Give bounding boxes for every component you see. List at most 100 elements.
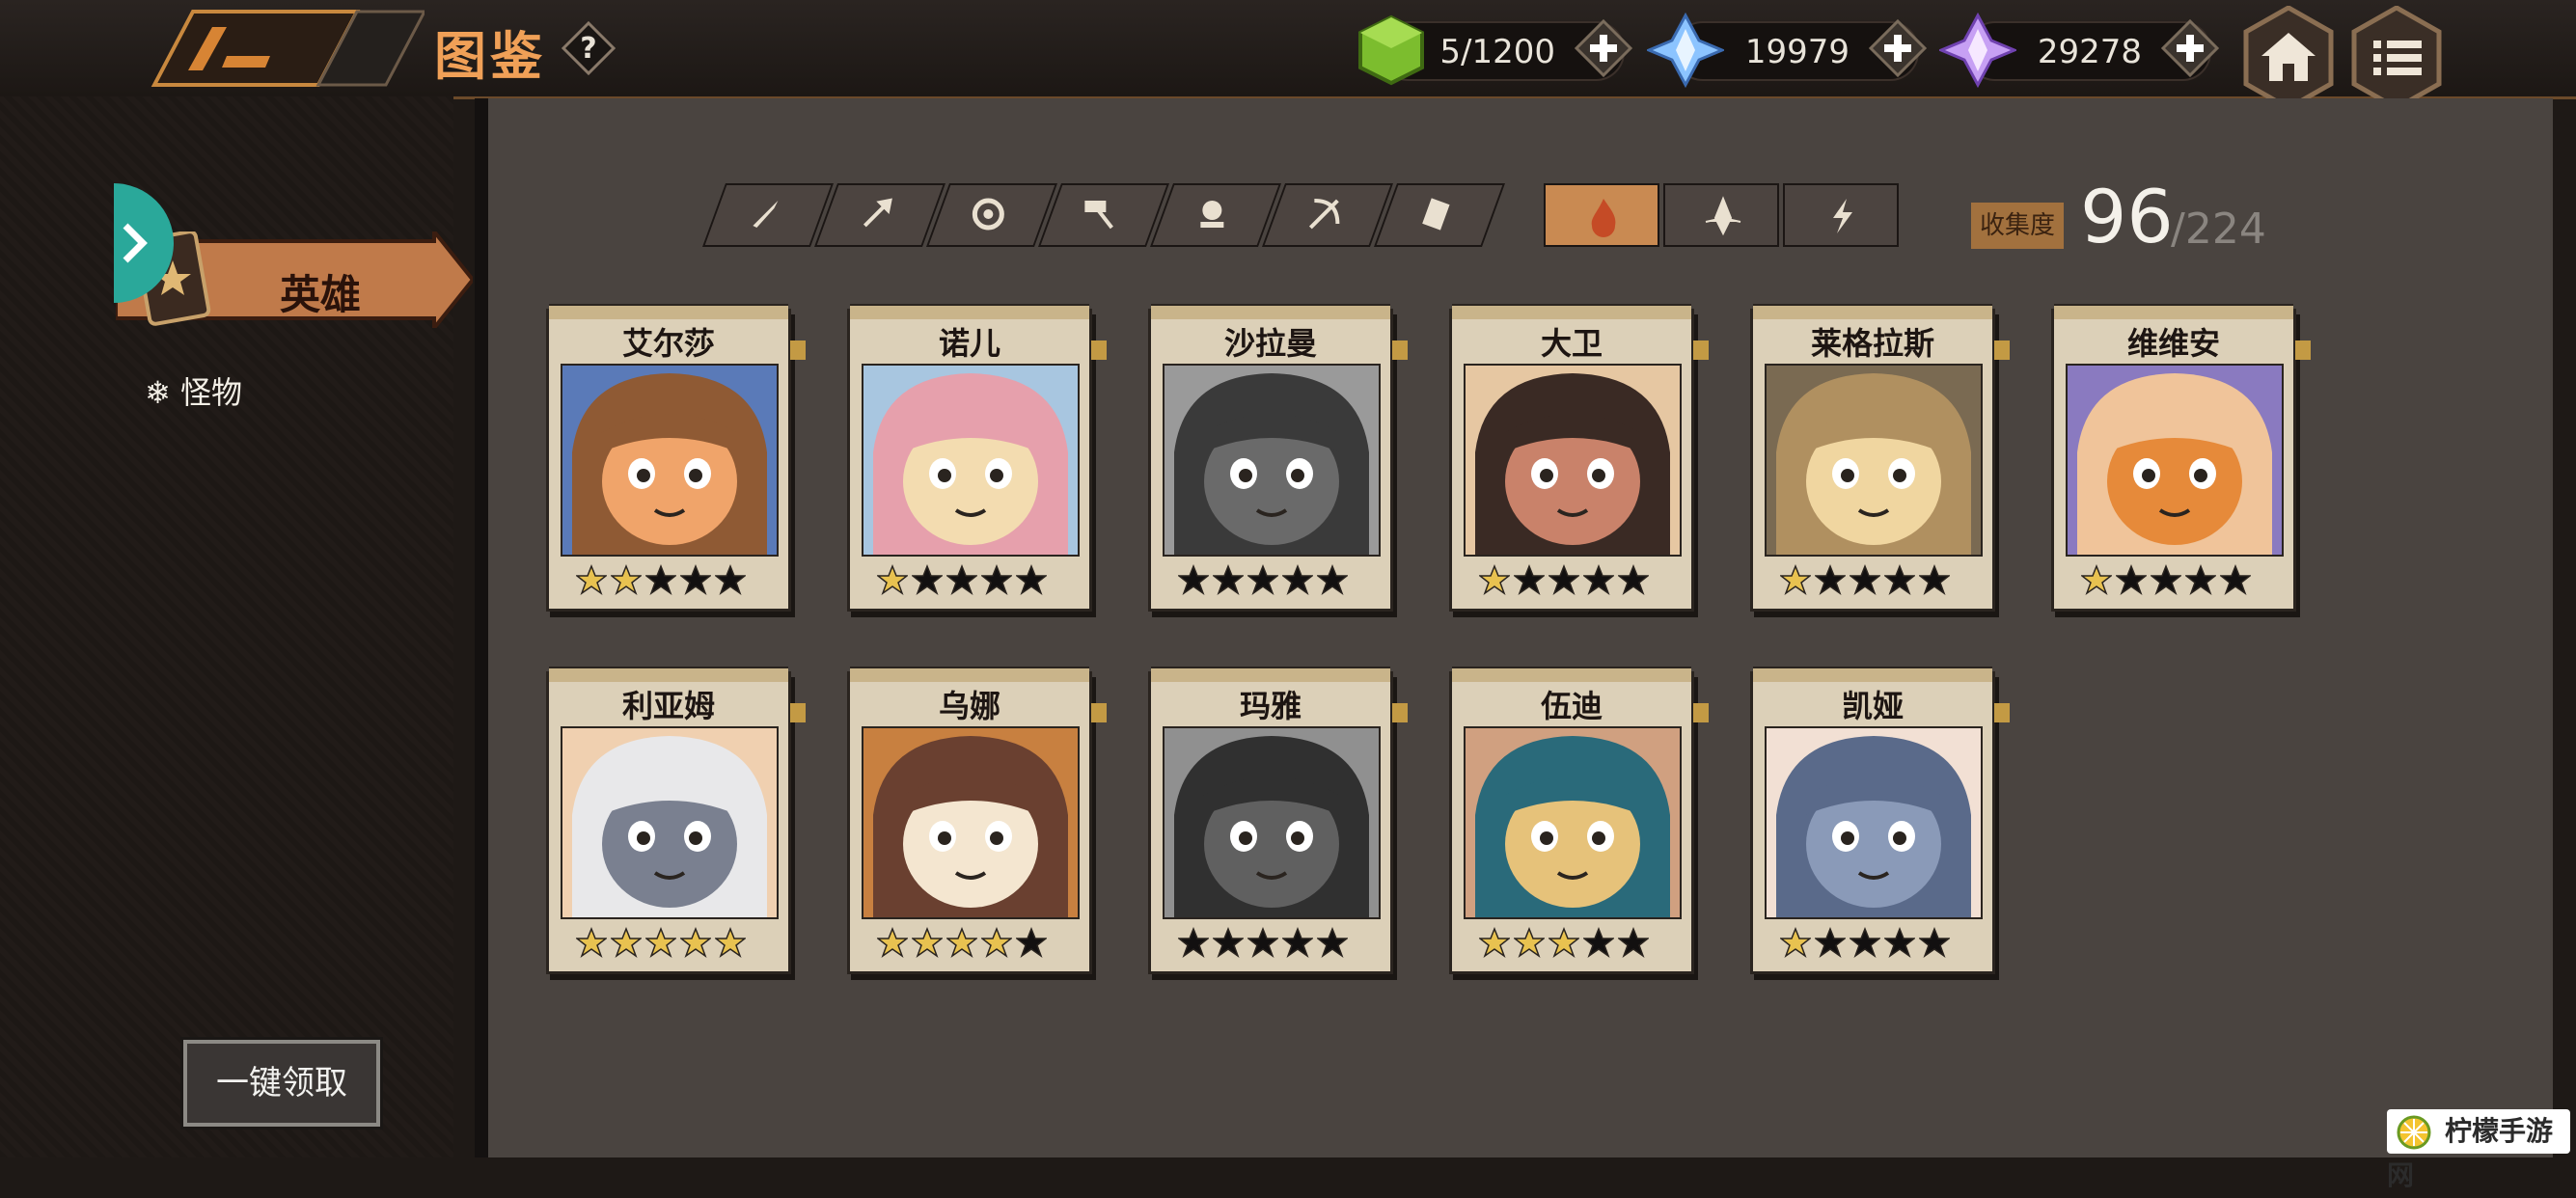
hammer-icon (1084, 201, 1113, 230)
filter-earth[interactable] (1663, 183, 1779, 247)
star-icon (1247, 927, 1278, 958)
filter-orb[interactable] (1149, 183, 1282, 247)
star-icon (576, 927, 607, 958)
filter-spear[interactable] (813, 183, 946, 247)
tab-monsters[interactable]: ❄ 怪物 (145, 368, 242, 413)
filter-sword[interactable] (701, 183, 835, 247)
card-corner (1994, 340, 2010, 360)
star-rating (877, 927, 1047, 958)
filter-shield[interactable] (925, 183, 1058, 247)
leaf-icon (1705, 196, 1741, 236)
star-icon (1618, 564, 1649, 595)
hero-portrait (862, 364, 1080, 557)
add-purple-crystal-button[interactable] (2161, 19, 2219, 77)
hero-name: 大卫 (1540, 325, 1603, 362)
collapse-panel-icon[interactable] (114, 183, 179, 303)
hero-card[interactable]: 玛雅 (1148, 667, 1408, 974)
hero-card[interactable]: 维维安 (2051, 304, 2311, 612)
main-panel (475, 98, 2553, 1157)
home-icon[interactable] (2242, 6, 2335, 110)
add-energy-button[interactable] (1575, 19, 1632, 77)
star-icon (611, 927, 642, 958)
hero-card[interactable]: 大卫 (1449, 304, 1709, 612)
hero-card[interactable]: 莱格拉斯 (1750, 304, 2010, 612)
hero-card[interactable]: 沙拉曼 (1148, 304, 1408, 612)
star-icon (946, 927, 977, 958)
star-icon (1850, 927, 1880, 958)
star-icon (1850, 564, 1880, 595)
hero-name: 伍迪 (1540, 688, 1603, 724)
filter-lightning[interactable] (1783, 183, 1899, 247)
game-logo (151, 10, 425, 87)
claim-all-button[interactable]: 一键领取 (183, 1040, 380, 1127)
star-icon (946, 564, 977, 595)
bow-icon (1308, 199, 1340, 230)
star-icon (877, 564, 908, 595)
star-icon (1548, 564, 1579, 595)
card-tab (1753, 667, 1992, 682)
filter-scroll[interactable] (1373, 183, 1506, 247)
filter-hammer[interactable] (1037, 183, 1170, 247)
star-rating (576, 564, 746, 595)
star-icon (1317, 927, 1348, 958)
star-icon (877, 927, 908, 958)
purple-crystal-icon (1939, 12, 2016, 89)
collection-count: 96 (2080, 174, 2174, 259)
card-corner (1392, 340, 1408, 360)
help-icon[interactable]: ? (562, 21, 616, 75)
orb-icon (1200, 201, 1224, 228)
star-icon (576, 564, 607, 595)
star-icon (2185, 564, 2216, 595)
card-corner (790, 703, 806, 722)
star-rating (1479, 564, 1649, 595)
star-icon (1178, 564, 1209, 595)
star-rating (2081, 564, 2251, 595)
star-icon (1282, 927, 1313, 958)
shield-icon (972, 198, 1004, 231)
hero-card[interactable]: 伍迪 (1449, 667, 1709, 974)
hero-card[interactable]: 凯娅 (1750, 667, 2010, 974)
add-blue-crystal-button[interactable] (1869, 19, 1927, 77)
hero-portrait (1163, 726, 1381, 919)
energy-value: 5/1200 (1439, 33, 1555, 71)
card-tab (2054, 304, 2293, 319)
hero-name: 玛雅 (1239, 688, 1302, 724)
hero-name: 凯娅 (1841, 688, 1904, 724)
tab-monsters-label: 怪物 (179, 374, 242, 411)
star-icon (2151, 564, 2181, 595)
star-icon (1016, 564, 1047, 595)
star-icon (1618, 927, 1649, 958)
hero-card[interactable]: 利亚姆 (546, 667, 806, 974)
star-rating (1178, 564, 1348, 595)
lightning-icon (1833, 199, 1852, 233)
energy-cube-icon (1358, 14, 1424, 86)
star-icon (1780, 927, 1811, 958)
hero-portrait (561, 726, 779, 919)
card-corner (790, 340, 806, 360)
star-rating (1780, 564, 1950, 595)
card-corner (1392, 703, 1408, 722)
filter-fire[interactable] (1544, 183, 1659, 247)
hero-name: 莱格拉斯 (1810, 325, 1934, 362)
hero-card[interactable]: 艾尔莎 (546, 304, 806, 612)
resource-energy: 5/1200 (1358, 14, 1632, 86)
hero-card[interactable]: 乌娜 (847, 667, 1107, 974)
menu-icon[interactable] (2350, 6, 2443, 110)
star-rating (1178, 927, 1348, 958)
hero-name: 乌娜 (938, 688, 1000, 724)
star-icon (1247, 564, 1278, 595)
hero-portrait (1464, 364, 1682, 557)
star-icon (1815, 927, 1846, 958)
hero-name: 艾尔莎 (621, 325, 715, 362)
filter-bow[interactable] (1261, 183, 1394, 247)
hero-portrait (561, 364, 779, 557)
hero-card[interactable]: 诺儿 (847, 304, 1107, 612)
tab-heroes-label: 英雄 (280, 271, 362, 318)
element-filter-bar (1544, 183, 1903, 253)
star-icon (1213, 564, 1244, 595)
star-icon (1213, 927, 1244, 958)
star-icon (1780, 564, 1811, 595)
card-corner (1693, 340, 1709, 360)
card-tab (1452, 304, 1691, 319)
hero-name: 维维安 (2126, 325, 2220, 362)
